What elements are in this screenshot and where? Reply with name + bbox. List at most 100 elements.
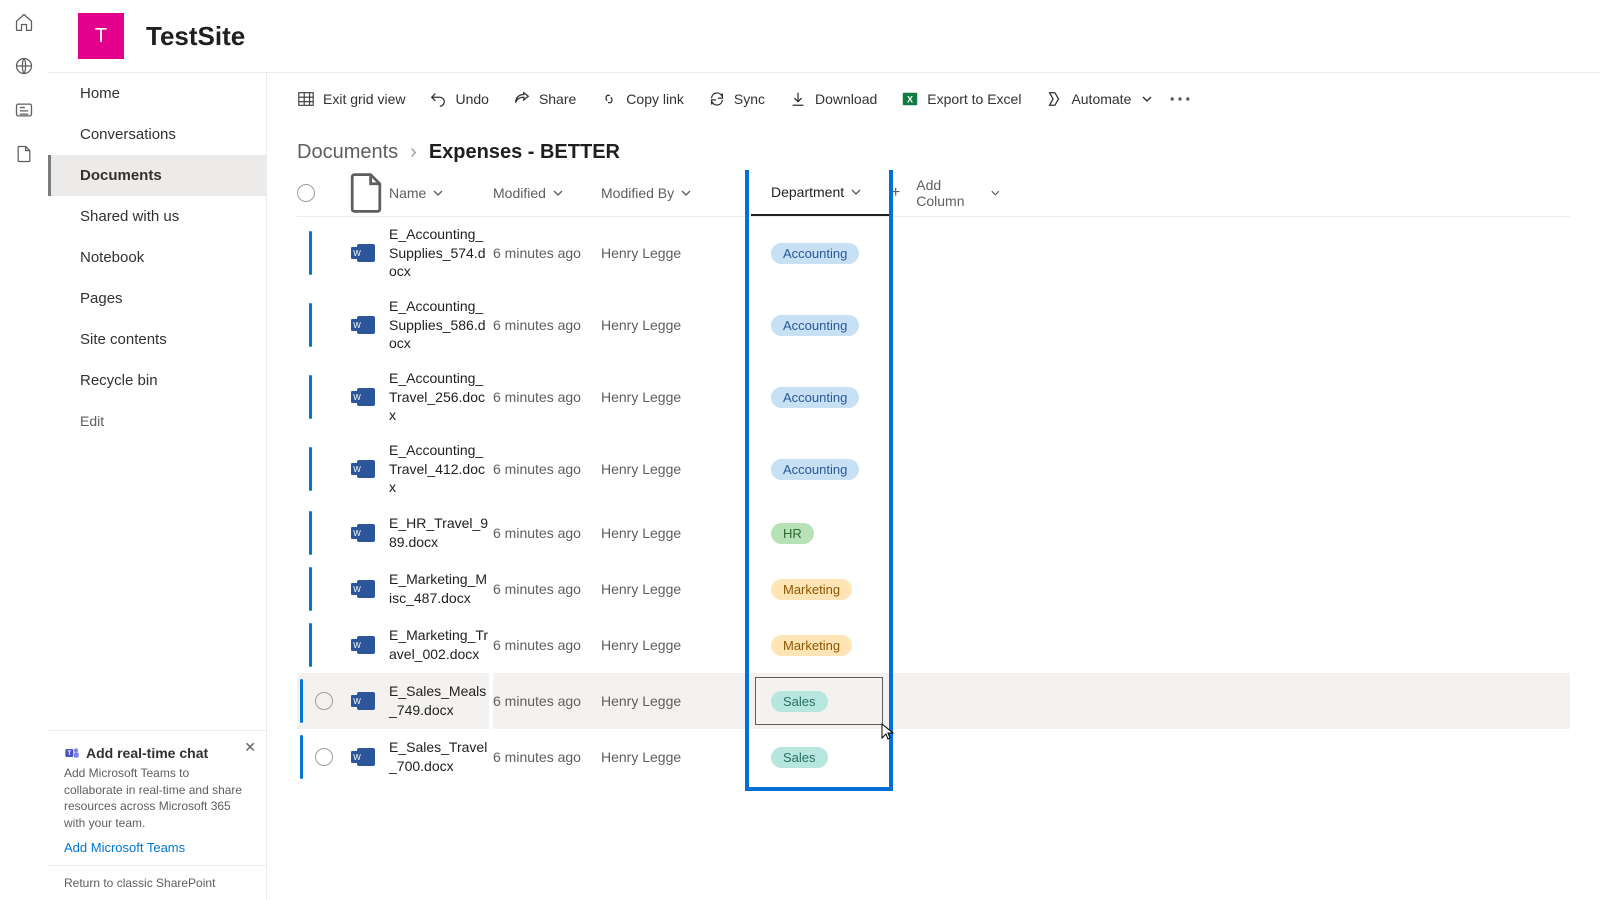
globe-icon[interactable] — [14, 56, 34, 76]
row-select[interactable] — [297, 289, 343, 361]
modified-cell[interactable]: 6 minutes ago — [493, 561, 601, 617]
site-title[interactable]: TestSite — [146, 21, 245, 52]
file-type-icon — [343, 217, 389, 289]
file-type-icon — [343, 433, 389, 505]
department-cell[interactable]: Accounting — [751, 217, 891, 289]
content-area: Exit grid view Undo Share Copy link — [266, 72, 1600, 900]
modifiedby-cell[interactable]: Henry Legge — [601, 289, 751, 361]
command-bar: Exit grid view Undo Share Copy link — [267, 73, 1600, 125]
grid-wrapper: Name Modified Modified By Department + A… — [267, 170, 1600, 900]
col-modified-header[interactable]: Modified — [493, 170, 601, 216]
row-select[interactable] — [297, 505, 343, 561]
add-column-button[interactable]: + Add Column — [891, 170, 1001, 216]
sidebar-item-notebook[interactable]: Notebook — [48, 237, 266, 278]
add-teams-link[interactable]: Add Microsoft Teams — [64, 840, 250, 855]
download-button[interactable]: Download — [779, 84, 887, 114]
file-name[interactable]: E_Accounting_Supplies_586.docx — [389, 289, 489, 361]
department-cell[interactable]: Accounting — [751, 289, 891, 361]
breadcrumb: Documents › Expenses - BETTER — [267, 125, 1600, 170]
col-modifiedby-header[interactable]: Modified By — [601, 170, 751, 216]
department-cell[interactable]: Sales — [751, 729, 891, 785]
file-name[interactable]: E_Marketing_Misc_487.docx — [389, 561, 489, 617]
file-type-icon — [343, 617, 389, 673]
more-button[interactable] — [1167, 86, 1193, 112]
file-name[interactable]: E_Accounting_Travel_256.docx — [389, 361, 489, 433]
return-classic-link[interactable]: Return to classic SharePoint — [48, 865, 266, 900]
file-name[interactable]: E_Sales_Meals_749.docx — [389, 673, 489, 729]
department-cell[interactable]: HR — [751, 505, 891, 561]
file-name[interactable]: E_Marketing_Travel_002.docx — [389, 617, 489, 673]
row-select[interactable] — [297, 617, 343, 673]
file-icon[interactable] — [14, 144, 34, 164]
export-excel-button[interactable]: X Export to Excel — [891, 84, 1031, 114]
modifiedby-cell[interactable]: Henry Legge — [601, 729, 751, 785]
sync-button[interactable]: Sync — [698, 84, 775, 114]
row-select[interactable] — [297, 673, 343, 729]
file-name[interactable]: E_Sales_Travel_700.docx — [389, 729, 489, 785]
flow-icon — [1045, 90, 1063, 108]
chat-promo-title: Add real-time chat — [86, 745, 208, 761]
file-name[interactable]: E_Accounting_Supplies_574.docx — [389, 217, 489, 289]
close-icon[interactable]: ✕ — [244, 739, 256, 756]
modified-cell[interactable]: 6 minutes ago — [493, 217, 601, 289]
department-cell[interactable]: Accounting — [751, 433, 891, 505]
modifiedby-cell[interactable]: Henry Legge — [601, 217, 751, 289]
file-name[interactable]: E_Accounting_Travel_412.docx — [389, 433, 489, 505]
department-cell[interactable]: Marketing — [751, 561, 891, 617]
row-select[interactable] — [297, 361, 343, 433]
modifiedby-cell[interactable]: Henry Legge — [601, 617, 751, 673]
chevron-down-icon — [680, 187, 692, 199]
copy-link-button[interactable]: Copy link — [590, 84, 694, 114]
exit-grid-button[interactable]: Exit grid view — [287, 84, 415, 114]
word-icon — [357, 460, 375, 478]
select-all[interactable] — [297, 170, 343, 216]
col-department-header[interactable]: Department — [751, 170, 891, 216]
row-select[interactable] — [297, 729, 343, 785]
sidebar-item-home[interactable]: Home — [48, 73, 266, 114]
modified-cell[interactable]: 6 minutes ago — [493, 505, 601, 561]
modifiedby-cell[interactable]: Henry Legge — [601, 505, 751, 561]
modified-cell[interactable]: 6 minutes ago — [493, 673, 601, 729]
sidebar-item-pages[interactable]: Pages — [48, 278, 266, 319]
sidebar-item-recycle-bin[interactable]: Recycle bin — [48, 360, 266, 401]
file-grid[interactable]: Name Modified Modified By Department + A… — [297, 170, 1570, 785]
department-tag: Marketing — [771, 579, 852, 600]
modified-cell[interactable]: 6 minutes ago — [493, 433, 601, 505]
department-cell[interactable]: Sales — [751, 673, 891, 729]
file-name[interactable]: E_HR_Travel_989.docx — [389, 505, 489, 561]
modified-cell[interactable]: 6 minutes ago — [493, 289, 601, 361]
edit-nav-link[interactable]: Edit — [48, 401, 266, 441]
excel-icon: X — [901, 90, 919, 108]
modifiedby-cell[interactable]: Henry Legge — [601, 433, 751, 505]
modified-cell[interactable]: 6 minutes ago — [493, 361, 601, 433]
sidebar-item-documents[interactable]: Documents — [48, 155, 266, 196]
breadcrumb-root[interactable]: Documents — [297, 141, 398, 164]
automate-button[interactable]: Automate — [1035, 84, 1163, 114]
modifiedby-cell[interactable]: Henry Legge — [601, 673, 751, 729]
home-icon[interactable] — [14, 12, 34, 32]
undo-button[interactable]: Undo — [419, 84, 498, 114]
col-name-header[interactable]: Name — [389, 170, 493, 216]
empty-cell — [891, 289, 1001, 361]
site-header: T TestSite — [48, 0, 1600, 72]
news-icon[interactable] — [14, 100, 34, 120]
row-select[interactable] — [297, 561, 343, 617]
empty-cell — [891, 217, 1001, 289]
row-select[interactable] — [297, 433, 343, 505]
site-logo[interactable]: T — [78, 13, 124, 59]
department-cell[interactable]: Accounting — [751, 361, 891, 433]
row-select[interactable] — [297, 217, 343, 289]
share-button[interactable]: Share — [503, 84, 586, 114]
modifiedby-cell[interactable]: Henry Legge — [601, 361, 751, 433]
chevron-down-icon — [432, 187, 444, 199]
empty-cell — [891, 433, 1001, 505]
sidebar-item-conversations[interactable]: Conversations — [48, 114, 266, 155]
department-cell[interactable]: Marketing — [751, 617, 891, 673]
modified-cell[interactable]: 6 minutes ago — [493, 729, 601, 785]
sidebar-item-shared-with-us[interactable]: Shared with us — [48, 196, 266, 237]
sync-icon — [708, 90, 726, 108]
modified-cell[interactable]: 6 minutes ago — [493, 617, 601, 673]
sidebar-item-site-contents[interactable]: Site contents — [48, 319, 266, 360]
col-icon-header[interactable] — [343, 170, 389, 216]
modifiedby-cell[interactable]: Henry Legge — [601, 561, 751, 617]
